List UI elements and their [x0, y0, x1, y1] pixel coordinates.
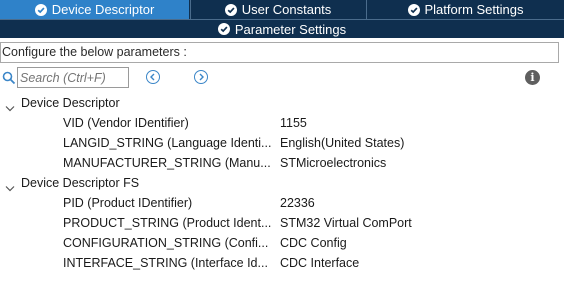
- check-circle-icon: [34, 3, 47, 16]
- param-row[interactable]: INTERFACE_STRING (Interface Id... CDC In…: [0, 253, 564, 273]
- check-circle-icon: [407, 3, 420, 16]
- group-device-descriptor-fs[interactable]: Device Descriptor FS: [0, 173, 564, 193]
- search-icon[interactable]: [2, 71, 16, 85]
- chevron-right-icon[interactable]: [194, 70, 208, 84]
- tab-user-constants[interactable]: User Constants: [190, 0, 365, 19]
- search-input[interactable]: [17, 67, 129, 88]
- chevron-left-icon[interactable]: [146, 70, 160, 84]
- param-row[interactable]: PRODUCT_STRING (Product Ident... STM32 V…: [0, 213, 564, 233]
- param-name: PID (Product IDentifier): [63, 196, 193, 210]
- group-label: Device Descriptor: [21, 96, 120, 110]
- group-label: Device Descriptor FS: [21, 176, 140, 190]
- param-row[interactable]: MANUFACTURER_STRING (Manu... STMicroelec…: [0, 153, 564, 173]
- tab-bar: Device Descriptor User Constants Platfor…: [0, 0, 564, 38]
- param-value[interactable]: CDC Config: [280, 233, 347, 253]
- chevron-down-icon[interactable]: [5, 99, 15, 112]
- param-row[interactable]: CONFIGURATION_STRING (Confi... CDC Confi…: [0, 233, 564, 253]
- param-value[interactable]: STM32 Virtual ComPort: [280, 213, 412, 233]
- tab-platform-settings[interactable]: Platform Settings: [366, 0, 564, 19]
- tab-label: User Constants: [241, 2, 332, 17]
- check-circle-icon: [217, 23, 230, 35]
- tab-label: Parameter Settings: [234, 21, 347, 37]
- search-toolbar: i: [0, 67, 564, 89]
- check-circle-icon: [224, 3, 237, 16]
- param-row[interactable]: VID (Vendor IDentifier) 1155: [0, 113, 564, 133]
- tab-parameter-settings[interactable]: Parameter Settings: [0, 19, 564, 38]
- tab-label: Device Descriptor: [51, 2, 155, 17]
- param-value[interactable]: English(United States): [280, 133, 404, 153]
- param-name: PRODUCT_STRING (Product Ident...: [63, 216, 272, 230]
- param-row[interactable]: LANGID_STRING (Language Identi... Englis…: [0, 133, 564, 153]
- param-value[interactable]: CDC Interface: [280, 253, 359, 273]
- chevron-down-icon[interactable]: [5, 179, 15, 192]
- group-device-descriptor[interactable]: Device Descriptor: [0, 93, 564, 113]
- param-value[interactable]: 1155: [280, 113, 307, 133]
- configure-label: Configure the below parameters :: [0, 42, 559, 63]
- param-row[interactable]: PID (Product IDentifier) 22336: [0, 193, 564, 213]
- tab-device-descriptor[interactable]: Device Descriptor: [0, 0, 189, 19]
- info-icon[interactable]: i: [525, 70, 540, 85]
- param-name: INTERFACE_STRING (Interface Id...: [63, 256, 268, 270]
- param-name: LANGID_STRING (Language Identi...: [63, 136, 272, 150]
- param-name: VID (Vendor IDentifier): [63, 116, 189, 130]
- tab-label: Platform Settings: [424, 2, 524, 17]
- param-name: MANUFACTURER_STRING (Manu...: [63, 156, 271, 170]
- param-value[interactable]: 22336: [280, 193, 315, 213]
- param-name: CONFIGURATION_STRING (Confi...: [63, 236, 269, 250]
- param-value[interactable]: STMicroelectronics: [280, 153, 386, 173]
